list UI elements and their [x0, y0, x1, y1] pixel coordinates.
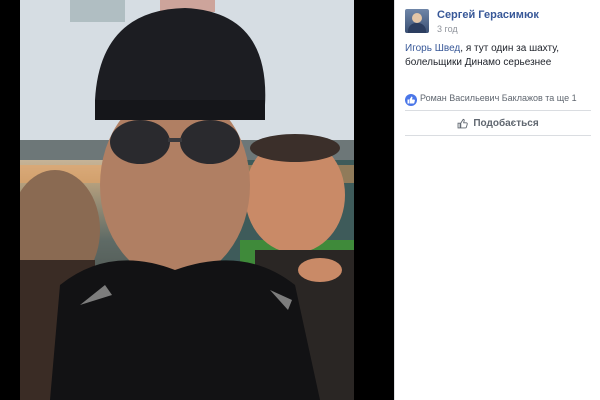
post-photo[interactable] — [20, 0, 354, 400]
post-sidebar: Сергей Герасимюк 3 год Игорь Швед, я тут… — [394, 0, 600, 400]
post-header: Сергей Герасимюк 3 год — [405, 9, 595, 37]
reactions-summary[interactable]: Роман Васильевич Баклажов та ще 1 — [405, 93, 595, 107]
reactions-text: Роман Васильевич Баклажов та ще 1 — [420, 93, 577, 103]
selfie-image — [20, 0, 354, 400]
divider — [405, 135, 591, 136]
avatar-body — [408, 23, 426, 33]
like-button[interactable]: Подобається — [405, 112, 591, 134]
like-reaction-icon — [405, 94, 417, 106]
avatar[interactable] — [405, 9, 429, 33]
divider — [405, 110, 591, 111]
like-button-label: Подобається — [473, 117, 539, 129]
mention-link[interactable]: Игорь Швед — [405, 43, 460, 54]
post-text: Игорь Швед, я тут один за шахту, болельщ… — [405, 42, 595, 70]
photo-viewer — [0, 0, 394, 400]
avatar-head — [412, 13, 422, 23]
thumbs-up-icon — [457, 118, 469, 129]
author-name[interactable]: Сергей Герасимюк — [437, 9, 539, 21]
post-time[interactable]: 3 год — [437, 24, 458, 34]
